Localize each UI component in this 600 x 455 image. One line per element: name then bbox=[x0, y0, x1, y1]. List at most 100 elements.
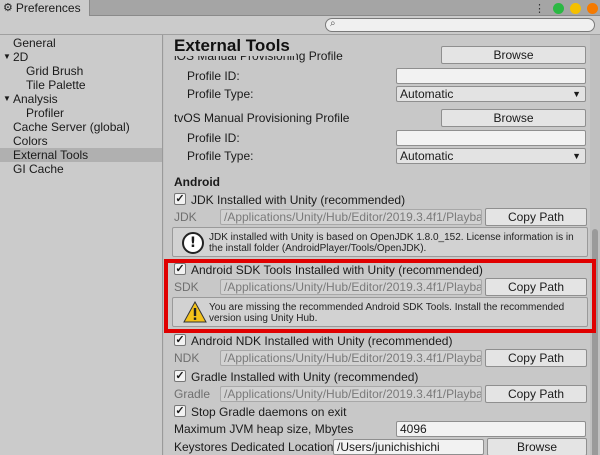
sidebar-item-2d[interactable]: ▼ 2D bbox=[0, 50, 162, 64]
sidebar-item-label: Profiler bbox=[26, 106, 65, 120]
main-panel: iOS Manual Provisioning Profile Browse E… bbox=[164, 35, 600, 455]
sidebar-item-colors[interactable]: Colors bbox=[0, 134, 162, 148]
zoom-button[interactable] bbox=[570, 3, 581, 14]
sdk-check-label: Android SDK Tools Installed with Unity (… bbox=[191, 263, 483, 277]
sdk-label: SDK bbox=[174, 280, 199, 294]
page-title: External Tools bbox=[174, 36, 296, 56]
chevron-down-icon: ▼ bbox=[572, 89, 581, 99]
ndk-copy-path-button[interactable]: Copy Path bbox=[485, 349, 587, 367]
gradle-path-row: Gradle /Applications/Unity/Hub/Editor/20… bbox=[164, 385, 600, 403]
ios-browse-button[interactable]: Browse bbox=[441, 46, 586, 64]
sdk-checkbox[interactable]: ✓ bbox=[174, 263, 186, 275]
sidebar-item-label: 2D bbox=[13, 50, 29, 64]
jdk-info-text: JDK installed with Unity is based on Ope… bbox=[209, 232, 574, 254]
sidebar-item-label: Cache Server (global) bbox=[13, 120, 130, 134]
jdk-path-row: JDK /Applications/Unity/Hub/Editor/2019.… bbox=[164, 208, 600, 226]
gradle-label: Gradle bbox=[174, 387, 211, 401]
tvos-profile-row: tvOS Manual Provisioning Profile Browse bbox=[164, 109, 600, 127]
jdk-copy-path-button[interactable]: Copy Path bbox=[485, 208, 587, 226]
ndk-label: NDK bbox=[174, 351, 200, 365]
title-bar: ⚙ Preferences ⋮ bbox=[0, 0, 600, 16]
ios-profile-type-dropdown[interactable]: Automatic ▼ bbox=[396, 86, 586, 102]
sidebar-item-profiler[interactable]: Profiler bbox=[0, 106, 162, 120]
stop-gradle-checkbox[interactable]: ✓ bbox=[174, 405, 186, 417]
tvos-profile-header: tvOS Manual Provisioning Profile bbox=[174, 111, 350, 125]
jdk-label: JDK bbox=[174, 210, 197, 224]
sidebar-item-label: Analysis bbox=[13, 92, 58, 106]
sidebar-item-cache-server[interactable]: Cache Server (global) bbox=[0, 120, 162, 134]
warning-icon bbox=[183, 301, 207, 323]
keystore-label: Keystores Dedicated Location bbox=[174, 440, 334, 454]
sidebar-item-label: General bbox=[13, 36, 56, 50]
keystore-browse-button[interactable]: Browse bbox=[487, 438, 587, 455]
stop-gradle-label: Stop Gradle daemons on exit bbox=[191, 405, 347, 419]
jdk-check-label: JDK Installed with Unity (recommended) bbox=[191, 193, 406, 207]
ios-profile-type-label: Profile Type: bbox=[187, 87, 254, 101]
gradle-path-field: /Applications/Unity/Hub/Editor/2019.3.4f… bbox=[220, 386, 482, 402]
sidebar-item-label: Tile Palette bbox=[26, 78, 86, 92]
jdk-path-field: /Applications/Unity/Hub/Editor/2019.3.4f… bbox=[220, 209, 482, 225]
jvm-heap-label: Maximum JVM heap size, Mbytes bbox=[174, 422, 354, 436]
chevron-down-icon: ▼ bbox=[572, 151, 581, 161]
keystore-row: Keystores Dedicated Location /Users/juni… bbox=[164, 438, 600, 455]
scrollbar-thumb[interactable] bbox=[592, 229, 598, 455]
window-controls: ⋮ bbox=[534, 2, 598, 15]
gear-icon: ⚙ bbox=[3, 1, 13, 14]
tvos-profile-type-label: Profile Type: bbox=[187, 149, 254, 163]
expand-arrow-icon[interactable]: ▼ bbox=[3, 50, 11, 64]
tvos-profile-id-input[interactable] bbox=[396, 130, 586, 146]
tab-title: Preferences bbox=[15, 1, 81, 15]
sidebar-item-analysis[interactable]: ▼ Analysis bbox=[0, 92, 162, 106]
ios-profile-id-row: Profile ID: bbox=[164, 67, 600, 85]
android-section-header: Android bbox=[174, 175, 220, 189]
sidebar-item-grid-brush[interactable]: Grid Brush bbox=[0, 64, 162, 78]
ndk-check-label: Android NDK Installed with Unity (recomm… bbox=[191, 334, 453, 348]
search-input[interactable]: ⌕ bbox=[325, 18, 595, 32]
gradle-checkbox[interactable]: ✓ bbox=[174, 370, 186, 382]
jvm-heap-input[interactable]: 4096 bbox=[396, 421, 586, 437]
tvos-profile-type-dropdown[interactable]: Automatic ▼ bbox=[396, 148, 586, 164]
search-icon: ⌕ bbox=[330, 18, 336, 29]
sdk-warning-box: You are missing the recommended Android … bbox=[172, 297, 588, 327]
ndk-path-row: NDK /Applications/Unity/Hub/Editor/2019.… bbox=[164, 349, 600, 367]
ndk-check-row: ✓ Android NDK Installed with Unity (reco… bbox=[164, 332, 600, 350]
ios-profile-id-input[interactable] bbox=[396, 68, 586, 84]
search-bar: ⌕ bbox=[0, 16, 600, 35]
sidebar-item-general[interactable]: General bbox=[0, 36, 162, 50]
sidebar-item-label: Colors bbox=[13, 134, 48, 148]
sidebar: General ▼ 2D Grid Brush Tile Palette ▼ Ana… bbox=[0, 35, 163, 455]
jdk-info-box: ! JDK installed with Unity is based on O… bbox=[172, 227, 588, 257]
gradle-copy-path-button[interactable]: Copy Path bbox=[485, 385, 587, 403]
tvos-profile-id-row: Profile ID: bbox=[164, 129, 600, 147]
jvm-heap-row: Maximum JVM heap size, Mbytes 4096 bbox=[164, 420, 600, 438]
minimize-button[interactable] bbox=[553, 3, 564, 14]
sidebar-item-label: Grid Brush bbox=[26, 64, 84, 78]
sidebar-item-label: External Tools bbox=[13, 148, 89, 162]
dropdown-value: Automatic bbox=[400, 87, 454, 101]
sidebar-item-tile-palette[interactable]: Tile Palette bbox=[0, 78, 162, 92]
sidebar-item-gi-cache[interactable]: GI Cache bbox=[0, 162, 162, 176]
jdk-checkbox[interactable]: ✓ bbox=[174, 193, 186, 205]
gradle-check-row: ✓ Gradle Installed with Unity (recommend… bbox=[164, 368, 600, 386]
jdk-check-row: ✓ JDK Installed with Unity (recommended) bbox=[164, 191, 600, 209]
dropdown-value: Automatic bbox=[400, 149, 454, 163]
expand-arrow-icon[interactable]: ▼ bbox=[3, 92, 11, 106]
ndk-checkbox[interactable]: ✓ bbox=[174, 334, 186, 346]
ndk-path-field: /Applications/Unity/Hub/Editor/2019.3.4f… bbox=[220, 350, 482, 366]
tvos-profile-id-label: Profile ID: bbox=[187, 131, 240, 145]
tvos-browse-button[interactable]: Browse bbox=[441, 109, 586, 127]
more-options-icon[interactable]: ⋮ bbox=[534, 2, 545, 15]
preferences-tab[interactable]: ⚙ Preferences bbox=[0, 0, 90, 16]
sdk-path-row: SDK /Applications/Unity/Hub/Editor/2019.… bbox=[164, 278, 600, 296]
gradle-check-label: Gradle Installed with Unity (recommended… bbox=[191, 370, 419, 384]
keystore-location-input[interactable]: /Users/junichishichi bbox=[333, 439, 484, 455]
stop-gradle-row: ✓ Stop Gradle daemons on exit bbox=[164, 403, 600, 421]
sdk-copy-path-button[interactable]: Copy Path bbox=[485, 278, 587, 296]
vertical-scrollbar[interactable] bbox=[590, 35, 600, 455]
sdk-path-field: /Applications/Unity/Hub/Editor/2019.3.4f… bbox=[220, 279, 482, 295]
sidebar-item-external-tools[interactable]: External Tools bbox=[0, 148, 162, 162]
ios-profile-id-label: Profile ID: bbox=[187, 69, 240, 83]
sidebar-item-label: GI Cache bbox=[13, 162, 64, 176]
close-button[interactable] bbox=[587, 3, 598, 14]
tvos-profile-type-row: Profile Type: Automatic ▼ bbox=[164, 147, 600, 165]
